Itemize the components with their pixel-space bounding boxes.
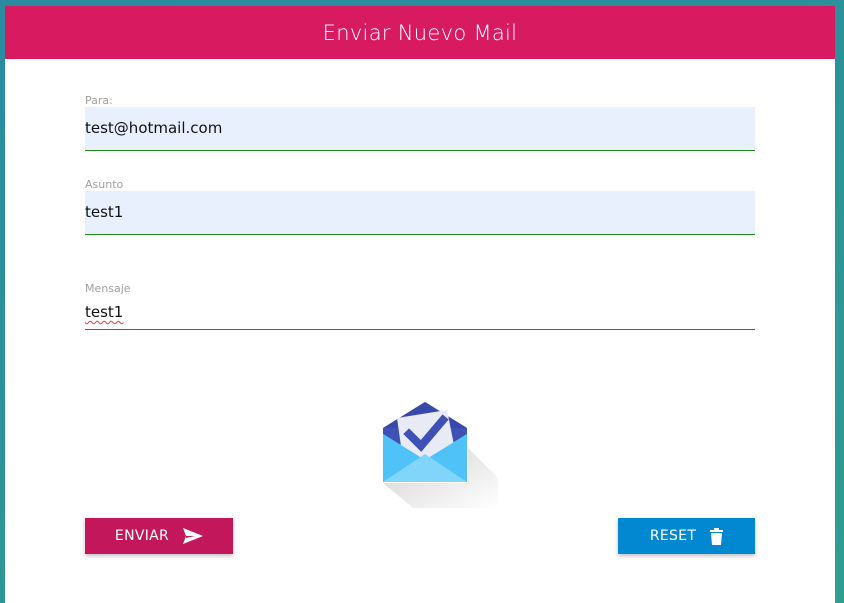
to-input[interactable]: test@hotmail.com	[85, 107, 755, 151]
mail-card: Enviar Nuevo Mail Para: test@hotmail.com…	[5, 6, 835, 603]
subject-field-group: Asunto test1	[85, 178, 755, 235]
subject-label: Asunto	[85, 178, 124, 191]
send-button[interactable]: ENVIAR	[85, 518, 233, 554]
subject-input[interactable]: test1	[85, 191, 755, 235]
to-value: test@hotmail.com	[85, 119, 223, 137]
message-input[interactable]: test1	[85, 295, 755, 330]
to-label: Para:	[85, 94, 113, 107]
message-label: Mensaje	[85, 282, 131, 295]
inbox-envelope-check-icon	[373, 398, 498, 508]
subject-value: test1	[85, 203, 124, 221]
page-title: Enviar Nuevo Mail	[322, 20, 518, 45]
reset-button-label: RESET	[649, 528, 697, 544]
header-bar: Enviar Nuevo Mail	[5, 6, 835, 59]
to-field-group: Para: test@hotmail.com	[85, 94, 755, 151]
message-value: test1	[85, 303, 124, 321]
send-icon	[183, 528, 204, 544]
trash-icon	[710, 527, 724, 545]
reset-button[interactable]: RESET	[618, 518, 755, 554]
message-field-group: Mensaje test1	[85, 282, 755, 330]
send-button-label: ENVIAR	[114, 528, 170, 544]
